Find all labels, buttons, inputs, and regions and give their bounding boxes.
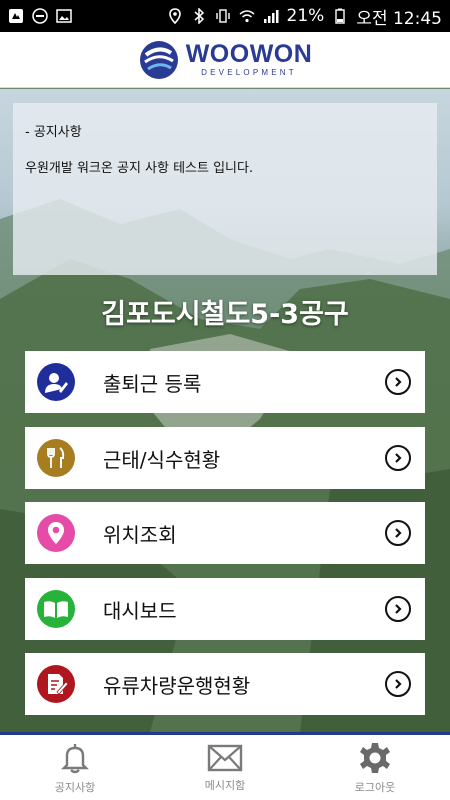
woowon-logo: WOOWON DEVELOPMENT: [138, 39, 313, 81]
chevron-right-icon: [385, 596, 411, 622]
menu-label-dashboard: 대시보드: [103, 598, 177, 623]
tab-label-logout: 로그아웃: [354, 780, 396, 794]
fork-knife-icon: [37, 439, 75, 477]
menu-label-attendance-meals: 근태/식수현황: [103, 447, 221, 472]
battery-percent: 21%: [286, 6, 325, 26]
notice-panel[interactable]: - 공지사항 우원개발 워크온 공지 사항 테스트 입니다.: [13, 103, 437, 275]
battery-icon: [335, 8, 346, 24]
menu-label-attendance-register: 출퇴근 등록: [103, 371, 202, 396]
chevron-right-icon: [385, 671, 411, 697]
location-pin-icon: [37, 514, 75, 552]
tab-notice[interactable]: 공지사항: [0, 735, 150, 800]
menu-item-dashboard[interactable]: 대시보드: [25, 578, 425, 640]
menu-label-location: 위치조회: [103, 522, 177, 547]
gear-icon: [360, 742, 390, 773]
mail-icon: [207, 744, 243, 771]
logo-main-text: WOOWON: [185, 40, 313, 68]
document-edit-icon: [37, 665, 75, 703]
notice-body: 우원개발 워크온 공지 사항 테스트 입니다.: [25, 161, 254, 176]
menu-item-attendance-register[interactable]: 출퇴근 등록: [25, 351, 425, 413]
tab-logout[interactable]: 로그아웃: [300, 735, 450, 800]
wifi-icon: [239, 10, 255, 23]
tab-messages[interactable]: 메시지함: [150, 735, 300, 800]
bell-icon: [61, 743, 89, 773]
status-bar: 21% 오전 12:45: [0, 0, 450, 32]
notification-icon: [9, 9, 23, 23]
logo-sub-text: DEVELOPMENT: [201, 68, 297, 77]
tab-label-notice: 공지사항: [54, 780, 96, 794]
location-icon: [168, 8, 181, 24]
logo-mark-icon: [139, 40, 178, 79]
tab-label-messages: 메시지함: [204, 778, 246, 792]
menu-label-fuel-vehicle: 유류차량운행현황: [103, 673, 251, 698]
menu-item-fuel-vehicle[interactable]: 유류차량운행현황: [25, 653, 425, 715]
user-edit-icon: [37, 363, 75, 401]
notice-title: - 공지사항: [25, 125, 82, 140]
bluetooth-icon: [194, 8, 204, 24]
menu-item-attendance-meals[interactable]: 근태/식수현황: [25, 427, 425, 489]
chevron-right-icon: [385, 369, 411, 395]
signal-icon: [263, 10, 279, 23]
book-icon: [37, 590, 75, 628]
site-title: 김포도시철도5-3공구: [101, 299, 349, 330]
chevron-right-icon: [385, 520, 411, 546]
chevron-right-icon: [385, 445, 411, 471]
menu-item-location[interactable]: 위치조회: [25, 502, 425, 564]
bottom-tab-bar: 공지사항 메시지함 로그아웃: [0, 732, 450, 800]
app-header: WOOWON DEVELOPMENT: [0, 32, 450, 88]
image-icon: [56, 9, 72, 23]
vibrate-icon: [215, 9, 230, 23]
minus-circle-icon: [32, 8, 48, 24]
status-time: 오전 12:45: [356, 8, 442, 29]
